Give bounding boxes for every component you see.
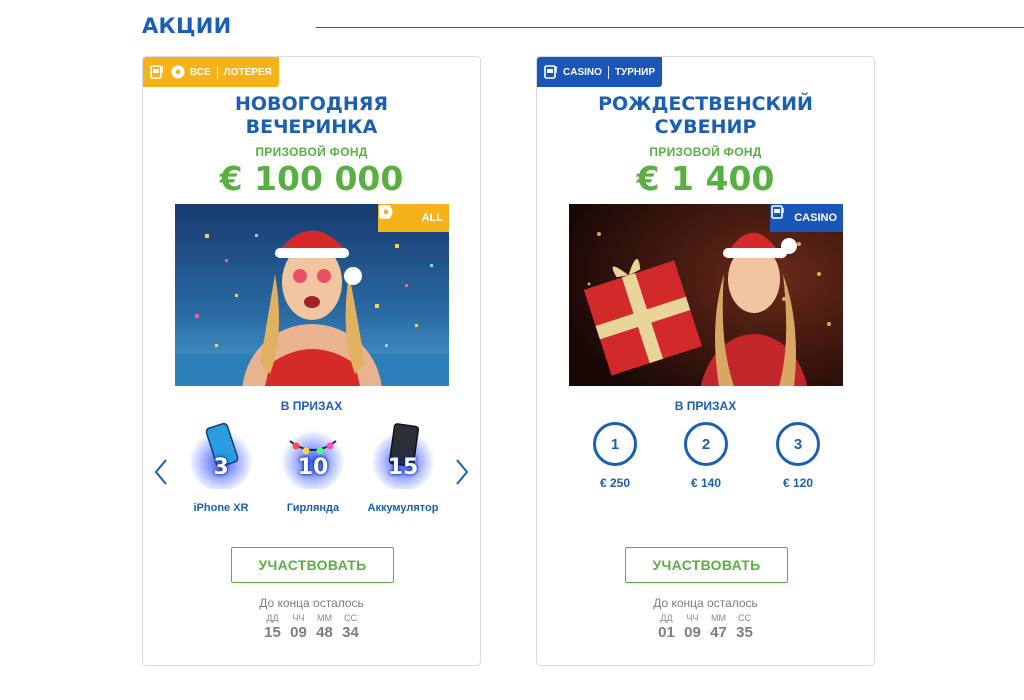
- participate-button[interactable]: УЧАСТВОВАТЬ: [231, 547, 394, 583]
- place-amount: € 250: [599, 476, 631, 490]
- power-bank-icon: 15: [368, 419, 438, 491]
- phone-icon: 3: [186, 419, 256, 491]
- timer-unit-label: ММ: [317, 613, 332, 623]
- prize-quantity: 15: [387, 455, 419, 480]
- prize-fund-label: ПРИЗОВОЙ ФОНД: [255, 145, 368, 159]
- timer-unit-label: ЧЧ: [292, 613, 305, 623]
- prize-fund-amount: € 1 400: [636, 159, 775, 198]
- prize-quantity: 10: [297, 455, 329, 480]
- timer-hours: ЧЧ 09: [289, 613, 309, 641]
- timer-value: 34: [342, 624, 359, 641]
- timer-unit-label: ММ: [711, 613, 726, 623]
- place-number: 1: [593, 422, 637, 466]
- timer-unit-label: ДД: [266, 613, 279, 623]
- tag-label-tournament: ТУРНИР: [614, 66, 655, 78]
- timer-minutes: ММ 48: [315, 613, 335, 641]
- slot-machine-icon: [771, 205, 792, 227]
- prize-fund-label: ПРИЗОВОЙ ФОНД: [649, 145, 762, 159]
- slot-machine-icon: [542, 63, 560, 81]
- promo-title: РОЖДЕСТВЕНСКИЙ СУВЕНИР: [598, 93, 813, 138]
- carousel-next-button[interactable]: [454, 457, 470, 487]
- timer-value: 15: [264, 624, 281, 641]
- soccer-ball-icon: [169, 63, 187, 81]
- timer-value: 35: [736, 624, 753, 641]
- title-divider: [316, 27, 1024, 28]
- timer-seconds: СС 34: [341, 613, 361, 641]
- timer-unit-label: СС: [738, 613, 751, 623]
- timer-minutes: ММ 47: [709, 613, 729, 641]
- carousel-prev-button[interactable]: [153, 457, 169, 487]
- tag-label-casino: CASINO: [563, 66, 602, 78]
- countdown-timer: ДД 01 ЧЧ 09 ММ 47 СС 35: [537, 613, 874, 641]
- timer-value: 09: [290, 624, 307, 641]
- promo-card-christmas-souvenir[interactable]: CASINO ТУРНИР РОЖДЕСТВЕНСКИЙ СУВЕНИР ПРИ…: [536, 56, 875, 666]
- promo-banner-image[interactable]: CASINO: [569, 204, 843, 386]
- prize-name: iPhone XR: [193, 502, 249, 514]
- soccer-ball-icon: [379, 205, 420, 227]
- badge-label: ALL: [421, 212, 443, 224]
- timer-value: 48: [316, 624, 333, 641]
- countdown-timer: ДД 15 ЧЧ 09 ММ 48 СС 34: [143, 613, 480, 641]
- prize-item: 3 iPhone XR: [171, 419, 271, 514]
- timer-value: 47: [710, 624, 727, 641]
- prize-place: 2 € 140: [671, 422, 741, 490]
- prizes-label: В ПРИЗАХ: [674, 399, 737, 413]
- section-title: АКЦИИ: [142, 14, 232, 38]
- tag-label-lottery: ЛОТЕРЕЯ: [223, 66, 272, 78]
- prize-item: 15 Аккумулятор: [353, 419, 453, 514]
- slot-machine-icon: [148, 63, 166, 81]
- promo-card-new-year-party[interactable]: ВСЕ ЛОТЕРЕЯ НОВОГОДНЯЯ ВЕЧЕРИНКА ПРИЗОВО…: [142, 56, 481, 666]
- category-badge: ALL: [377, 204, 449, 232]
- promo-tag: ВСЕ ЛОТЕРЕЯ: [143, 57, 279, 87]
- prize-fund-amount: € 100 000: [219, 159, 404, 198]
- promo-banner-image[interactable]: ALL: [175, 204, 449, 386]
- place-number: 3: [776, 422, 820, 466]
- prize-quantity: 3: [213, 455, 229, 480]
- time-remaining-label: До конца осталось: [653, 596, 758, 610]
- time-remaining-label: До конца осталось: [259, 596, 364, 610]
- timer-hours: ЧЧ 09: [683, 613, 703, 641]
- timer-value: 09: [684, 624, 701, 641]
- timer-unit-label: ДД: [660, 613, 673, 623]
- category-badge: CASINO: [770, 204, 843, 232]
- tag-label-all: ВСЕ: [190, 66, 211, 78]
- prize-place: 1 € 250: [580, 422, 650, 490]
- place-amount: € 140: [690, 476, 722, 490]
- prize-place: 3 € 120: [763, 422, 833, 490]
- tag-separator: [216, 65, 218, 79]
- prize-name: Аккумулятор: [367, 502, 439, 514]
- timer-days: ДД 15: [263, 613, 283, 641]
- prize-item: 10 Гирлянда: [263, 419, 363, 514]
- chevron-right-icon: [456, 459, 469, 485]
- prizes-label: В ПРИЗАХ: [280, 399, 343, 413]
- promo-title: НОВОГОДНЯЯ ВЕЧЕРИНКА: [234, 93, 389, 138]
- chevron-left-icon: [154, 459, 167, 485]
- timer-value: 01: [658, 624, 675, 641]
- tag-separator: [607, 65, 609, 79]
- badge-label: CASINO: [794, 212, 837, 224]
- promo-tag: CASINO ТУРНИР: [537, 57, 662, 87]
- garland-icon: 10: [278, 419, 348, 491]
- participate-button[interactable]: УЧАСТВОВАТЬ: [625, 547, 788, 583]
- timer-unit-label: СС: [344, 613, 357, 623]
- timer-seconds: СС 35: [735, 613, 755, 641]
- place-number: 2: [684, 422, 728, 466]
- place-amount: € 120: [782, 476, 814, 490]
- prize-name: Гирлянда: [286, 502, 340, 514]
- timer-days: ДД 01: [657, 613, 677, 641]
- timer-unit-label: ЧЧ: [686, 613, 699, 623]
